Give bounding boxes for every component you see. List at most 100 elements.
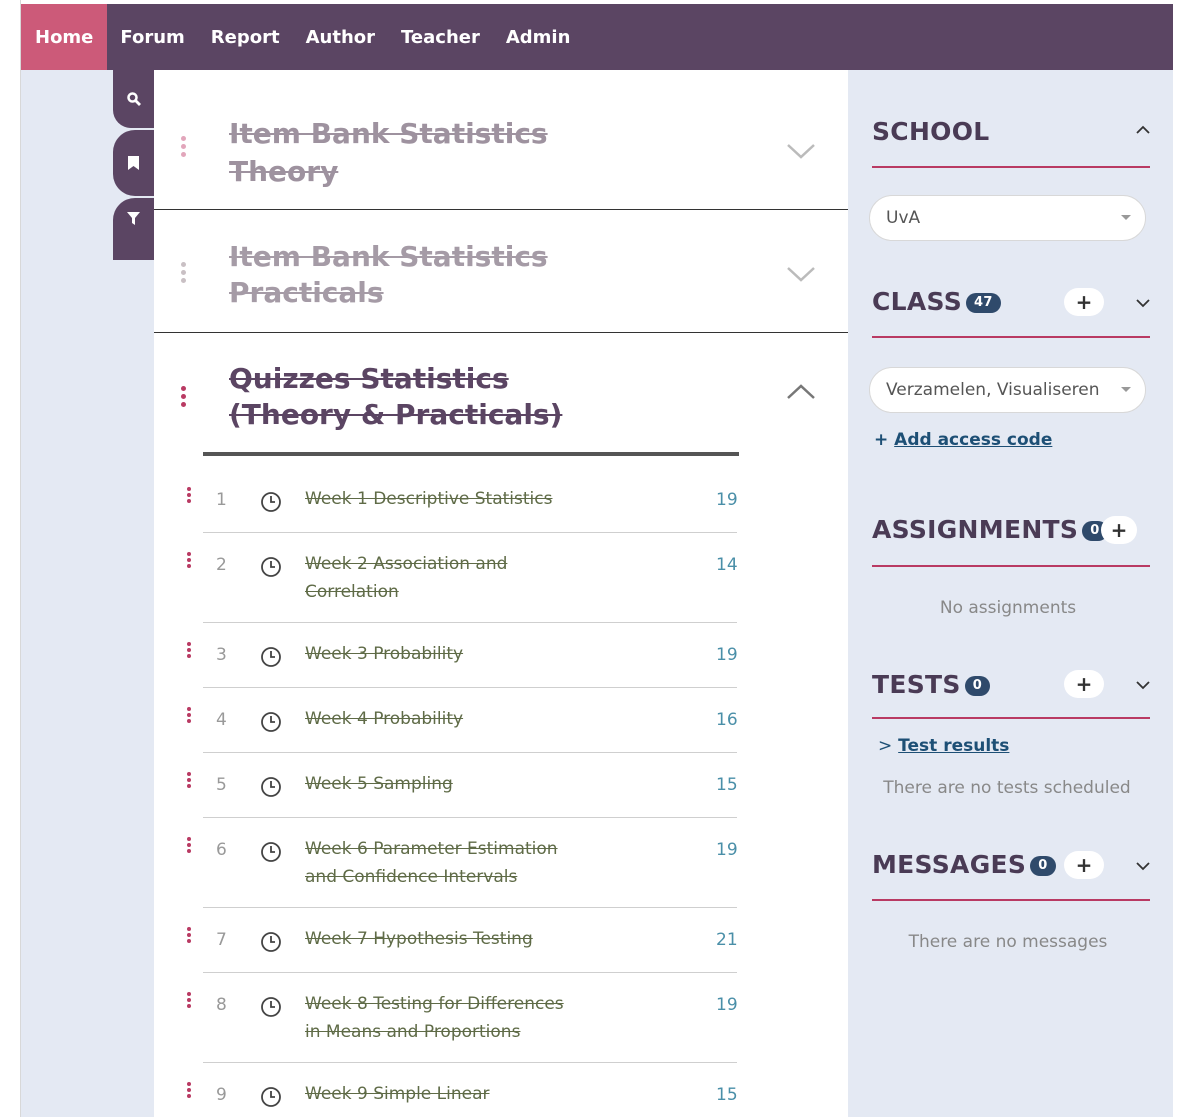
quiz-title-line1: Week 4 Probability xyxy=(305,709,464,729)
quiz-title-line2: Correlation xyxy=(305,582,399,602)
section-title-line1: Item Bank Statistics xyxy=(229,117,548,150)
clock-icon xyxy=(261,492,281,512)
add-test-button[interactable]: + xyxy=(1064,670,1104,698)
quiz-title[interactable]: Week 7 Hypothesis Testing xyxy=(305,925,605,953)
drag-handle-icon[interactable] xyxy=(187,642,191,658)
quiz-title[interactable]: Week 5 Sampling xyxy=(305,770,605,798)
section-title-line2: Theory xyxy=(229,155,339,188)
nav-admin[interactable]: Admin xyxy=(493,4,584,70)
drag-handle-icon[interactable] xyxy=(187,772,191,788)
bookmark-tool[interactable] xyxy=(113,130,154,196)
quiz-title-line1: Week 9 Simple Linear xyxy=(305,1084,490,1104)
quiz-row[interactable]: 2 Week 2 Association and Correlation 14 xyxy=(154,533,848,623)
clock-icon xyxy=(261,842,281,862)
quiz-row[interactable]: 7 Week 7 Hypothesis Testing 21 xyxy=(154,908,848,973)
test-results-link[interactable]: > Test results xyxy=(878,736,1009,756)
no-messages-text: There are no messages xyxy=(908,932,1108,952)
chevron-down-icon[interactable] xyxy=(786,142,816,160)
school-select[interactable]: UvA xyxy=(869,195,1146,241)
messages-header: MESSAGES 0 + xyxy=(872,847,1150,901)
quiz-title[interactable]: Week 1 Descriptive Statistics xyxy=(305,485,605,513)
clock-icon xyxy=(261,997,281,1017)
assignments-header: ASSIGNMENTS 0 + xyxy=(872,512,1150,567)
assignments-title: ASSIGNMENTS xyxy=(872,515,1079,544)
drag-handle-icon[interactable] xyxy=(187,487,191,503)
tests-title: TESTS xyxy=(872,670,961,699)
filter-tool[interactable] xyxy=(113,198,154,260)
chevron-down-icon[interactable] xyxy=(1136,292,1150,313)
class-title: CLASS xyxy=(872,287,963,316)
quiz-number: 3 xyxy=(216,645,227,665)
quiz-row[interactable]: 9 Week 9 Simple Linear 15 xyxy=(154,1063,848,1117)
quiz-title-line2: in Means and Proportions xyxy=(305,1022,521,1042)
clock-icon xyxy=(261,1087,281,1107)
drag-handle-icon[interactable] xyxy=(187,1082,191,1098)
section-title[interactable]: Quizzes Statistics (Theory & Practicals) xyxy=(229,361,562,433)
drag-handle-icon[interactable] xyxy=(187,552,191,568)
quiz-row[interactable]: 1 Week 1 Descriptive Statistics 19 xyxy=(154,468,848,533)
quiz-row[interactable]: 6 Week 6 Parameter Estimation and Confiden… xyxy=(154,818,848,908)
drag-handle-icon[interactable] xyxy=(181,386,186,407)
add-message-button[interactable]: + xyxy=(1064,851,1104,879)
nav-report[interactable]: Report xyxy=(198,4,293,70)
add-assignment-button[interactable]: + xyxy=(1101,516,1137,544)
quiz-title[interactable]: Week 2 Association and Correlation xyxy=(305,550,605,606)
nav-forum[interactable]: Forum xyxy=(107,4,197,70)
class-select[interactable]: Verzamelen, Visualiseren xyxy=(869,367,1146,413)
class-select-value: Verzamelen, Visualiseren xyxy=(886,380,1100,400)
chevron-down-icon[interactable] xyxy=(1136,674,1150,695)
add-access-code-link[interactable]: + Add access code xyxy=(874,430,1052,450)
quiz-number: 8 xyxy=(216,995,227,1015)
nav-author[interactable]: Author xyxy=(293,4,388,70)
chevron-right-icon: > xyxy=(878,736,893,756)
quiz-title-line1: Week 6 Parameter Estimation xyxy=(305,839,558,859)
quiz-number: 5 xyxy=(216,775,227,795)
section-item-bank-practicals[interactable]: Item Bank Statistics Practicals xyxy=(154,210,848,333)
drag-handle-icon[interactable] xyxy=(181,136,186,157)
drag-handle-icon[interactable] xyxy=(187,927,191,943)
quiz-title-line1: Week 2 Association and xyxy=(305,554,508,574)
section-title-line2: (Theory & Practicals) xyxy=(229,398,563,431)
chevron-down-icon[interactable] xyxy=(1136,855,1150,876)
chevron-up-icon[interactable] xyxy=(1136,118,1150,139)
quiz-row[interactable]: 3 Week 3 Probability 19 xyxy=(154,623,848,688)
quiz-question-count: 19 xyxy=(716,490,738,510)
quiz-number: 4 xyxy=(216,710,227,730)
messages-title-group: MESSAGES 0 xyxy=(872,847,1056,883)
clock-icon xyxy=(261,712,281,732)
search-icon xyxy=(126,92,141,106)
quiz-title-line1: Week 1 Descriptive Statistics xyxy=(305,489,553,509)
quiz-row[interactable]: 4 Week 4 Probability 16 xyxy=(154,688,848,753)
main-content: Item Bank Statistics Theory Item Bank St… xyxy=(154,70,848,1117)
tests-header: TESTS 0 + xyxy=(872,667,1150,719)
quiz-title[interactable]: Week 8 Testing for Differences in Means a… xyxy=(305,990,605,1046)
right-sidebar: SCHOOL UvA CLASS 47 + Verzamelen, Visuali… xyxy=(848,70,1173,1117)
nav-teacher[interactable]: Teacher xyxy=(388,4,493,70)
drag-handle-icon[interactable] xyxy=(187,837,191,853)
messages-title: MESSAGES xyxy=(872,850,1027,879)
quiz-title[interactable]: Week 4 Probability xyxy=(305,705,605,733)
nav-home[interactable]: Home xyxy=(21,4,108,70)
quiz-row[interactable]: 5 Week 5 Sampling 15 xyxy=(154,753,848,818)
add-class-button[interactable]: + xyxy=(1064,288,1104,316)
quiz-title[interactable]: Week 6 Parameter Estimation and Confidenc… xyxy=(305,835,605,891)
section-item-bank-theory[interactable]: Item Bank Statistics Theory xyxy=(154,70,848,210)
quiz-row[interactable]: 8 Week 8 Testing for Differences in Means … xyxy=(154,973,848,1063)
drag-handle-icon[interactable] xyxy=(187,707,191,723)
search-tool[interactable] xyxy=(113,70,154,128)
drag-handle-icon[interactable] xyxy=(181,262,186,283)
chevron-up-icon[interactable] xyxy=(786,383,816,401)
section-quizzes: Quizzes Statistics (Theory & Practicals)… xyxy=(154,333,848,1117)
drag-handle-icon[interactable] xyxy=(187,992,191,1008)
section-title[interactable]: Item Bank Statistics Theory xyxy=(229,115,548,191)
quiz-question-count: 19 xyxy=(716,840,738,860)
section-title[interactable]: Item Bank Statistics Practicals xyxy=(229,239,548,311)
clock-icon xyxy=(261,647,281,667)
quiz-title-line1: Week 8 Testing for Differences xyxy=(305,994,564,1014)
quiz-title[interactable]: Week 9 Simple Linear xyxy=(305,1080,605,1108)
chevron-down-icon[interactable] xyxy=(786,265,816,283)
no-tests-text: There are no tests scheduled xyxy=(883,778,1131,798)
quiz-title[interactable]: Week 3 Probability xyxy=(305,640,605,668)
test-results-label: Test results xyxy=(898,736,1010,756)
quiz-title-line1: Week 5 Sampling xyxy=(305,774,453,794)
